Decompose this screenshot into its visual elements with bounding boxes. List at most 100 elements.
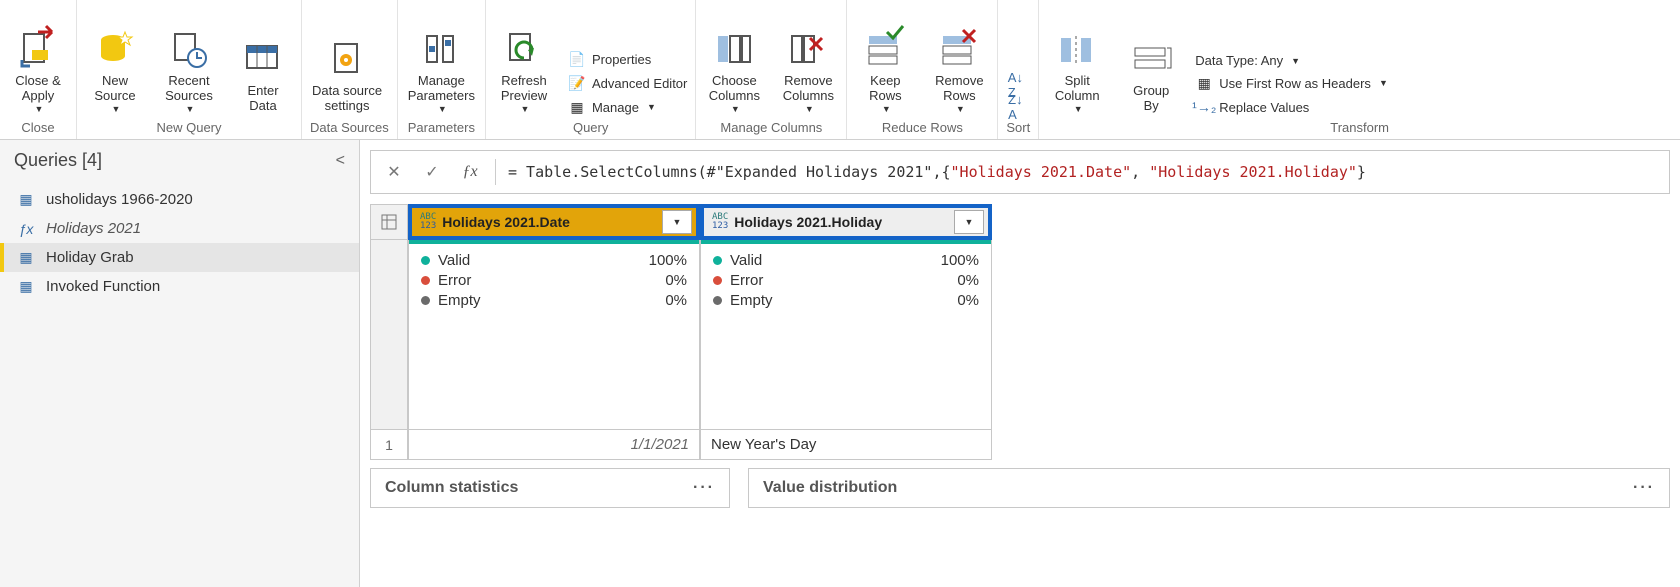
caret-icon: ▼ (35, 104, 44, 114)
collapse-queries-button[interactable]: < (336, 152, 345, 170)
group-by-button[interactable]: Group By (1121, 38, 1181, 116)
column-filter-button[interactable]: ▼ (954, 210, 984, 234)
row-index-header[interactable] (370, 204, 408, 240)
column-quality: Valid100% Error0% Empty0% (408, 240, 700, 430)
choose-columns-button[interactable]: Choose Columns▼ (704, 28, 764, 116)
type-any-icon: ABC123 (412, 213, 442, 231)
bottom-panels: Column statistics ··· Value distribution… (370, 468, 1670, 508)
group-manage-columns: Choose Columns▼ Remove Columns▼ Manage C… (696, 0, 847, 139)
advanced-editor-button[interactable]: 📝Advanced Editor (568, 74, 687, 92)
group-data-sources: Data source settings Data Sources (302, 0, 398, 139)
enter-data-icon (243, 40, 283, 80)
table-row[interactable]: 1 1/1/2021 New Year's Day (370, 430, 1670, 460)
caret-icon: ▼ (956, 104, 965, 114)
group-close: Close & Apply▼ Close (0, 0, 77, 139)
table-icon: ▦ (16, 278, 36, 295)
preview-pane: ✕ ✓ ƒx = Table.SelectColumns(#"Expanded … (360, 140, 1680, 587)
cell[interactable]: New Year's Day (700, 430, 992, 460)
sort-desc-button[interactable]: Z↓A (1006, 98, 1024, 116)
caret-icon: ▼ (731, 104, 740, 114)
split-column-icon (1057, 30, 1097, 70)
keep-rows-button[interactable]: Keep Rows▼ (855, 28, 915, 116)
cancel-formula-button[interactable]: ✕ (381, 159, 407, 185)
function-icon: ƒx (16, 221, 36, 237)
column-name: Holidays 2021.Date (442, 214, 662, 230)
formula-bar: ✕ ✓ ƒx = Table.SelectColumns(#"Expanded … (370, 150, 1670, 194)
caret-icon: ▼ (521, 104, 530, 114)
value-distribution-panel[interactable]: Value distribution ··· (748, 468, 1670, 508)
remove-columns-button[interactable]: Remove Columns▼ (778, 28, 838, 116)
caret-icon: ▼ (647, 102, 656, 112)
column-name: Holidays 2021.Holiday (734, 214, 954, 230)
properties-button[interactable]: 📄Properties (568, 50, 687, 68)
table-icon: ▦ (16, 191, 36, 208)
query-item-label: Invoked Function (46, 278, 160, 295)
recent-sources-button[interactable]: Recent Sources▼ (159, 28, 219, 116)
remove-columns-icon (788, 30, 828, 70)
main-area: Queries [4] < ▦ usholidays 1966-2020 ƒx Hol… (0, 140, 1680, 587)
group-parameters: Manage Parameters▼ Parameters (398, 0, 486, 139)
group-sort: A↓Z Z↓A Sort (998, 0, 1039, 139)
group-new-query: New Source▼ Recent Sources▼ Enter Data N… (77, 0, 302, 139)
query-item[interactable]: ▦ Holiday Grab (0, 243, 359, 272)
formula-text[interactable]: = Table.SelectColumns(#"Expanded Holiday… (508, 163, 1659, 181)
group-transform: Split Column▼ Group By Data Type: Any▼ ▦… (1039, 0, 1680, 139)
remove-rows-icon (939, 30, 979, 70)
editor-icon: 📝 (568, 74, 586, 92)
column-filter-button[interactable]: ▼ (662, 210, 692, 234)
group-by-icon (1131, 40, 1171, 80)
database-star-icon (95, 30, 135, 70)
more-icon[interactable]: ··· (693, 479, 715, 497)
new-source-button[interactable]: New Source▼ (85, 28, 145, 116)
recent-sources-icon (169, 30, 209, 70)
headers-icon: ▦ (1195, 74, 1213, 92)
remove-rows-button[interactable]: Remove Rows▼ (929, 28, 989, 116)
column-header[interactable]: ABC123Holidays 2021.Date▼ (408, 204, 700, 240)
type-any-icon: ABC123 (704, 213, 734, 231)
confirm-formula-button[interactable]: ✓ (419, 159, 445, 185)
caret-icon: ▼ (1291, 56, 1300, 66)
properties-icon: 📄 (568, 50, 586, 68)
group-query: Refresh Preview▼ 📄Properties 📝Advanced E… (486, 0, 696, 139)
query-item[interactable]: ▦ Invoked Function (0, 272, 359, 301)
caret-icon: ▼ (1379, 78, 1388, 88)
caret-icon: ▼ (186, 104, 195, 114)
manage-button[interactable]: ▦Manage▼ (568, 98, 687, 116)
more-icon[interactable]: ··· (1633, 479, 1655, 497)
row-index: 1 (370, 430, 408, 460)
data-grid: ABC123Holidays 2021.Date▼ABC123Holidays … (370, 204, 1670, 460)
caret-icon: ▼ (805, 104, 814, 114)
query-item-label: Holiday Grab (46, 249, 134, 266)
data-source-settings-button[interactable]: Data source settings (310, 38, 384, 116)
replace-values-button[interactable]: ¹→₂Replace Values (1195, 98, 1388, 116)
query-item[interactable]: ▦ usholidays 1966-2020 (0, 185, 359, 214)
query-item-label: Holidays 2021 (46, 220, 141, 237)
query-item[interactable]: ƒx Holidays 2021 (0, 214, 359, 243)
parameters-icon (421, 30, 461, 70)
caret-icon: ▼ (438, 104, 447, 114)
enter-data-button[interactable]: Enter Data (233, 38, 293, 116)
queries-title: Queries [4] (14, 150, 102, 171)
column-header[interactable]: ABC123Holidays 2021.Holiday▼ (700, 204, 992, 240)
query-item-label: usholidays 1966-2020 (46, 191, 193, 208)
keep-rows-icon (865, 30, 905, 70)
column-statistics-panel[interactable]: Column statistics ··· (370, 468, 730, 508)
split-column-button[interactable]: Split Column▼ (1047, 28, 1107, 116)
manage-parameters-button[interactable]: Manage Parameters▼ (406, 28, 477, 116)
gear-page-icon (327, 40, 367, 80)
table-icon: ▦ (16, 249, 36, 266)
replace-icon: ¹→₂ (1195, 98, 1213, 116)
group-reduce-rows: Keep Rows▼ Remove Rows▼ Reduce Rows (847, 0, 998, 139)
caret-icon: ▼ (882, 104, 891, 114)
data-type-button[interactable]: Data Type: Any▼ (1195, 53, 1388, 68)
choose-columns-icon (714, 30, 754, 70)
cell[interactable]: 1/1/2021 (408, 430, 700, 460)
queries-pane: Queries [4] < ▦ usholidays 1966-2020 ƒx Hol… (0, 140, 360, 587)
close-apply-button[interactable]: Close & Apply▼ (8, 28, 68, 116)
column-quality: Valid100% Error0% Empty0% (700, 240, 992, 430)
close-apply-icon (18, 30, 58, 70)
quality-gutter (370, 240, 408, 430)
refresh-preview-button[interactable]: Refresh Preview▼ (494, 28, 554, 116)
first-row-headers-button[interactable]: ▦Use First Row as Headers▼ (1195, 74, 1388, 92)
fx-icon: ƒx (457, 159, 483, 185)
